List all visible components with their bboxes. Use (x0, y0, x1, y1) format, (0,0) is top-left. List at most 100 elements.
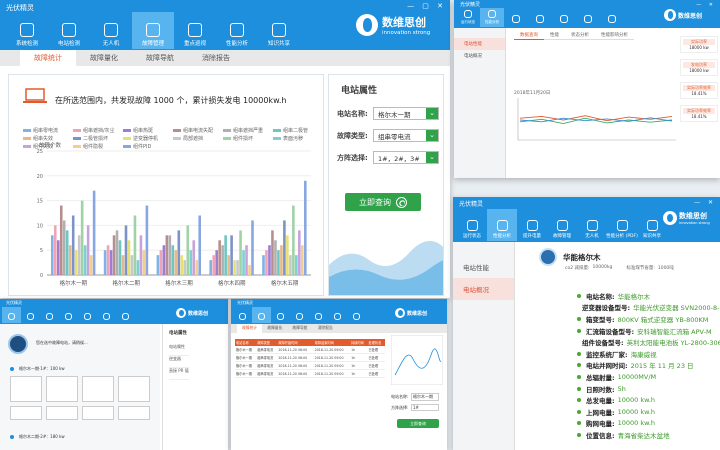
bar[interactable] (289, 255, 292, 275)
query-button[interactable]: 立即查询 (345, 193, 421, 211)
alert-card[interactable]: 实际功率效率 18.41% (680, 105, 718, 122)
fault-tab[interactable]: 故障量化 (262, 324, 287, 333)
perf-tab[interactable]: 数据查询 (514, 31, 544, 40)
device-card[interactable] (118, 406, 150, 420)
bar[interactable] (262, 255, 265, 275)
bar[interactable] (86, 225, 90, 275)
device-card[interactable] (10, 406, 42, 420)
bar[interactable] (174, 250, 178, 275)
fault-tab[interactable]: 故障统计 (237, 324, 263, 333)
device-card[interactable] (46, 376, 78, 402)
toolbar-item[interactable] (309, 307, 328, 323)
subtab-2[interactable]: 故障量化 (76, 50, 132, 66)
subtab-3[interactable]: 故障导航 (132, 50, 188, 66)
bar[interactable] (183, 260, 187, 275)
bar[interactable] (74, 250, 78, 275)
bar[interactable] (68, 245, 72, 275)
toolbar-item[interactable]: 性能分析 (PDF) (606, 209, 638, 241)
device-card[interactable] (82, 406, 114, 420)
form-select[interactable]: 格尔木一期 ⌄ (373, 107, 439, 120)
toolbar-item[interactable]: 提升电量 (517, 209, 547, 241)
toolbar-item[interactable]: 性能分析 (487, 209, 517, 241)
bar[interactable] (227, 255, 230, 275)
bar[interactable] (145, 205, 149, 275)
bar[interactable] (304, 180, 307, 275)
toolbar-item[interactable] (328, 307, 347, 323)
toolbar-item[interactable] (116, 307, 135, 323)
bar[interactable] (233, 260, 236, 275)
bar[interactable] (133, 215, 137, 275)
bar[interactable] (77, 235, 81, 275)
bar[interactable] (180, 255, 184, 275)
bar[interactable] (142, 250, 146, 275)
bar[interactable] (89, 255, 93, 275)
bar[interactable] (274, 240, 277, 275)
bar[interactable] (124, 225, 128, 275)
bar[interactable] (162, 245, 166, 275)
bar[interactable] (212, 255, 215, 275)
bar[interactable] (195, 260, 199, 275)
perf-tab[interactable]: 性能影响分析 (595, 31, 634, 40)
sidebar-item[interactable]: 电站性能 (453, 256, 514, 278)
bar[interactable] (121, 255, 125, 275)
bar[interactable] (265, 250, 268, 275)
bar[interactable] (268, 245, 271, 275)
perf-window-controls[interactable]: — ✕ (696, 2, 716, 8)
toolbar-item[interactable]: 性能分析 (480, 8, 504, 27)
device-card[interactable] (10, 376, 42, 402)
bar[interactable] (192, 240, 196, 275)
prop-item[interactable]: 直接 PR 值 (169, 368, 189, 380)
toolbar-item[interactable] (21, 307, 40, 323)
perf-tab[interactable]: 性能 (544, 31, 565, 40)
bar[interactable] (218, 240, 221, 275)
bar[interactable] (298, 230, 301, 275)
toolbar-item[interactable] (59, 307, 78, 323)
alert-card[interactable]: 发电功率 18000 kw (680, 59, 718, 76)
bar[interactable] (283, 220, 286, 275)
toolbar-item[interactable]: 性能分析 (216, 12, 258, 49)
bar[interactable] (198, 215, 201, 275)
subtab-4[interactable]: 消除报告 (188, 50, 244, 66)
toolbar-item[interactable]: 系统检测 (6, 12, 48, 49)
toolbar-item[interactable]: 故障管理 (547, 209, 577, 241)
toolbar-item[interactable]: 重点巡视 (174, 12, 216, 49)
toolbar-item[interactable] (552, 8, 576, 27)
toolbar-item[interactable] (97, 307, 116, 323)
bar[interactable] (59, 205, 63, 275)
bar[interactable] (209, 260, 212, 275)
toolbar-item[interactable] (233, 307, 252, 323)
bar[interactable] (251, 220, 254, 275)
bar[interactable] (56, 240, 60, 275)
sidebar-item[interactable]: 电站概况 (454, 50, 505, 62)
bar[interactable] (92, 190, 96, 275)
bar[interactable] (277, 250, 280, 275)
bar[interactable] (245, 245, 248, 275)
bar[interactable] (159, 250, 163, 275)
bar[interactable] (71, 215, 75, 275)
fault-form-select[interactable]: 格尔木一期 (411, 393, 439, 401)
device-card[interactable] (118, 376, 150, 402)
toolbar-item[interactable]: 无人机 (90, 12, 132, 49)
table-row[interactable]: 格尔木一期 组串零电流 2018-11-20 08:00 2018-11-20 09:… (235, 354, 385, 362)
toolbar-item[interactable] (347, 307, 366, 323)
bar[interactable] (224, 235, 227, 275)
bar[interactable] (301, 245, 304, 275)
fault-form-select[interactable]: 1# (411, 404, 439, 411)
bar[interactable] (83, 245, 87, 275)
bar[interactable] (127, 240, 131, 275)
bar[interactable] (118, 240, 122, 275)
toolbar-item[interactable] (528, 8, 552, 27)
perf-tab[interactable]: 状态分析 (565, 31, 595, 40)
bar[interactable] (62, 220, 66, 275)
bar[interactable] (171, 245, 175, 275)
subtab-1[interactable]: 故障统计 (20, 50, 76, 66)
detail-window-controls[interactable]: — ✕ (694, 199, 716, 206)
toolbar-item[interactable] (576, 8, 600, 27)
bar[interactable] (106, 245, 110, 275)
table-row[interactable]: 格尔木一期 组串零电流 2018-11-20 08:00 2018-11-20 09:… (235, 346, 385, 354)
toolbar-item[interactable]: 电站检测 (48, 12, 90, 49)
bar[interactable] (156, 255, 160, 275)
window-controls[interactable]: — ▢ ✕ (407, 2, 446, 10)
bar[interactable] (189, 250, 193, 275)
toolbar-item[interactable] (78, 307, 97, 323)
